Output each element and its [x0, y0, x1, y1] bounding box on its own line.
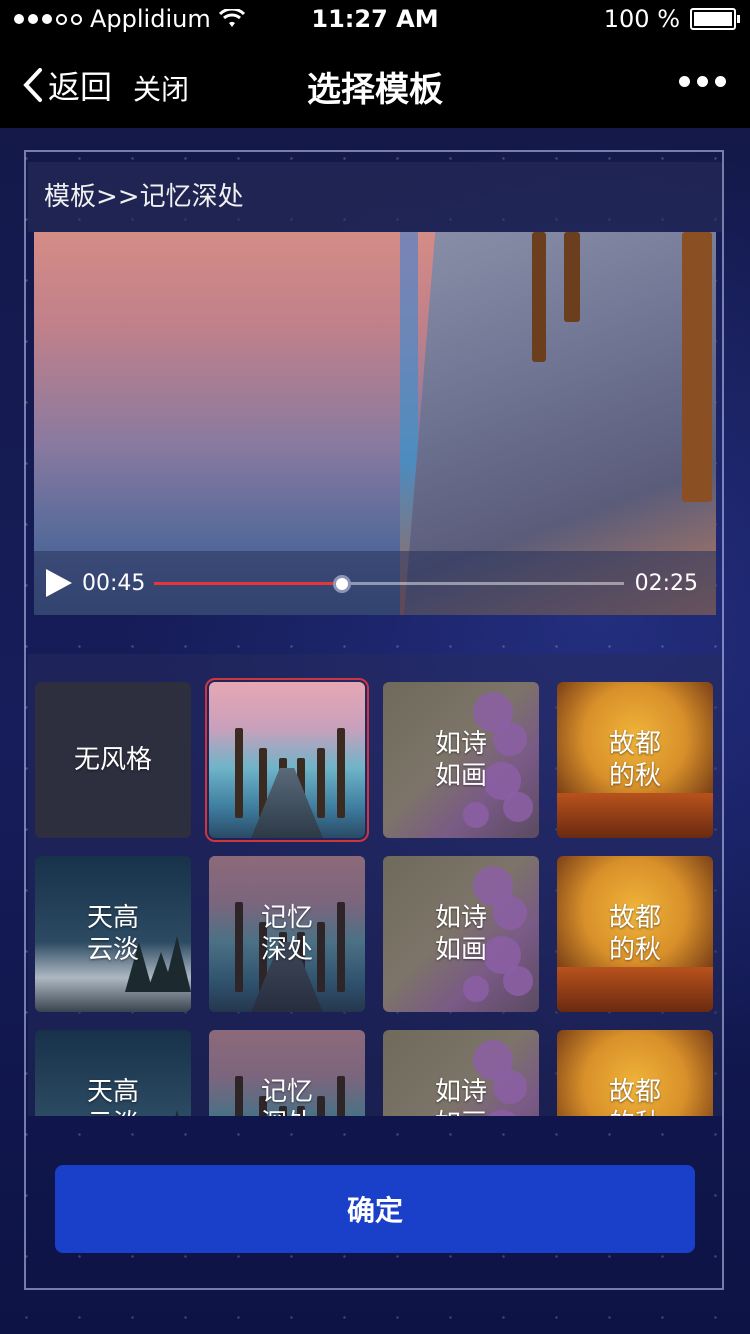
template-label: 记忆 深处 [260, 1077, 313, 1116]
flower [493, 1070, 527, 1104]
play-icon[interactable] [46, 569, 72, 597]
pier-post [317, 922, 325, 992]
template-label: 故都 的秋 [608, 729, 661, 791]
template-tile[interactable]: 天高 云淡 [35, 856, 191, 1012]
flower [493, 722, 527, 756]
template-label: 如诗 如画 [434, 1077, 487, 1116]
flower [463, 802, 489, 828]
template-tile[interactable]: 故都 的秋 [557, 682, 713, 838]
status-right: 100 % [603, 5, 740, 33]
pier-post [235, 728, 243, 818]
template-tile[interactable]: 如诗 如画 [383, 856, 539, 1012]
page-title: 选择模板 [307, 70, 443, 110]
pier-post [235, 902, 243, 992]
template-label: 天高 云淡 [86, 1077, 139, 1116]
template-label: 天高 云淡 [86, 903, 139, 965]
battery-icon [690, 8, 740, 30]
template-tile[interactable]: 记忆 深处 [209, 1030, 365, 1116]
template-tile[interactable] [205, 678, 369, 842]
total-time: 02:25 [634, 571, 698, 596]
template-label: 无风格 [73, 745, 152, 775]
progress-track[interactable] [154, 575, 624, 593]
template-tile[interactable]: 记忆 深处 [209, 856, 365, 1012]
flower [503, 966, 533, 996]
nav-bar: 返回 关闭 选择模板 [0, 40, 750, 128]
video-post [682, 232, 712, 502]
template-label: 如诗 如画 [434, 903, 487, 965]
video-player[interactable]: 00:45 02:25 [34, 232, 716, 615]
pier-post [337, 1076, 345, 1116]
confirm-button[interactable]: 确定 [55, 1165, 695, 1253]
flower [483, 1110, 521, 1116]
template-label: 故都 的秋 [608, 903, 661, 965]
template-tile[interactable]: 如诗 如画 [383, 1030, 539, 1116]
breadcrumb: 模板>>记忆深处 [44, 182, 244, 212]
template-tile[interactable]: 故都 的秋 [557, 856, 713, 1012]
progress-fill [154, 582, 342, 585]
template-grid-panel[interactable]: 无风格如诗 如画故都 的秋天高 云淡记忆 深处如诗 如画故都 的秋天高 云淡记忆… [28, 654, 722, 1116]
template-tile[interactable]: 无风格 [35, 682, 191, 838]
template-label: 记忆 深处 [260, 903, 313, 965]
flower [493, 896, 527, 930]
template-tile[interactable]: 如诗 如画 [383, 682, 539, 838]
flower [503, 792, 533, 822]
tree [163, 1110, 191, 1116]
pier-post [317, 748, 325, 818]
pier-post [337, 902, 345, 992]
pier-post [235, 1076, 243, 1116]
flower [463, 976, 489, 1002]
template-tile[interactable]: 故都 的秋 [557, 1030, 713, 1116]
status-bar: Applidium 11:27 AM 100 % [0, 0, 750, 40]
pier-post [337, 728, 345, 818]
template-label: 如诗 如画 [434, 729, 487, 791]
pier-post [317, 1096, 325, 1116]
video-post [532, 232, 546, 362]
player-controls: 00:45 02:25 [34, 551, 716, 615]
template-label: 故都 的秋 [608, 1077, 661, 1116]
template-tile[interactable]: 天高 云淡 [35, 1030, 191, 1116]
battery-percent: 100 % [603, 5, 680, 33]
tree [163, 936, 191, 992]
video-post [564, 232, 580, 322]
current-time: 00:45 [82, 571, 146, 596]
breadcrumb-bar: 模板>>记忆深处 [28, 162, 722, 232]
template-grid: 无风格如诗 如画故都 的秋天高 云淡记忆 深处如诗 如画故都 的秋天高 云淡记忆… [35, 678, 713, 1116]
progress-knob[interactable] [333, 575, 351, 593]
more-dots-icon[interactable] [679, 76, 726, 87]
